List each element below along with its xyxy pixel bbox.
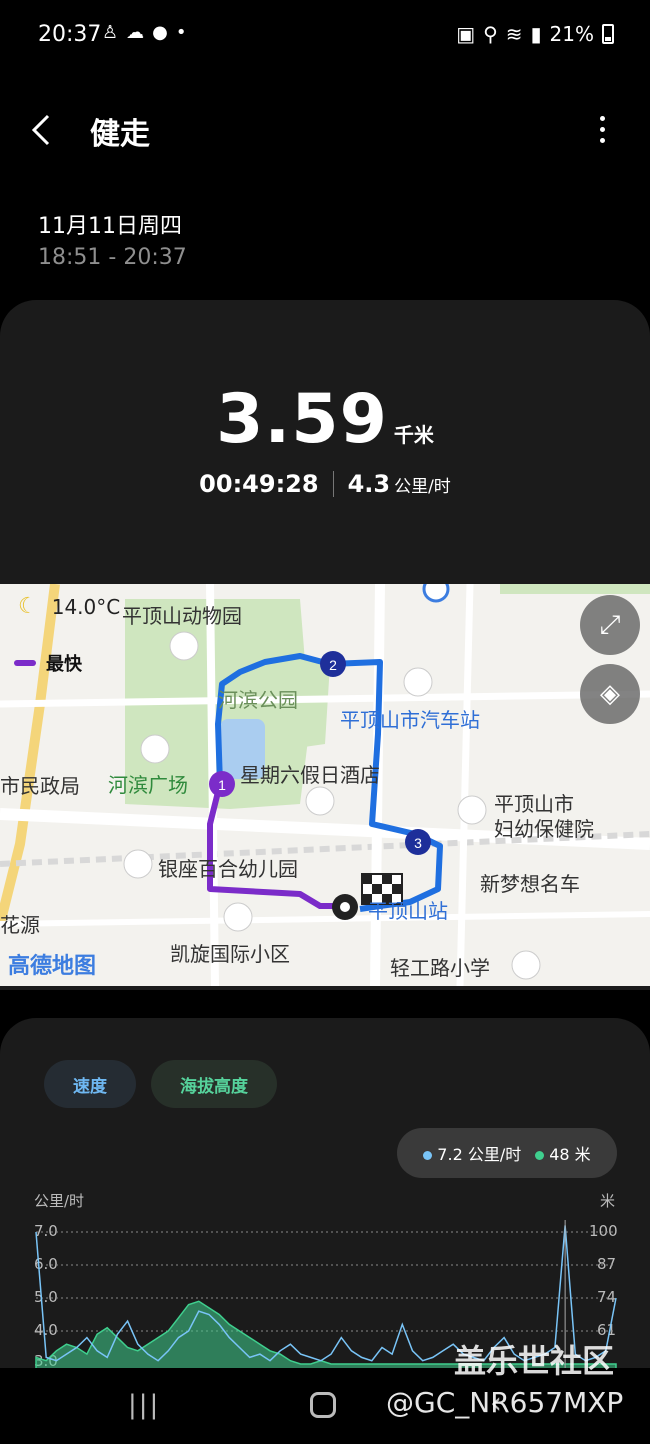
stats-row: 00:49:28 4.3 公里/时 xyxy=(0,470,650,498)
workout-date: 11月11日周四 xyxy=(38,214,182,239)
status-right-icons: ▣ ⚲ ≋ ▮ 21% xyxy=(456,22,614,46)
duration-value: 00:49:28 xyxy=(199,470,319,498)
tab-speed[interactable]: 速度 xyxy=(44,1060,136,1108)
weather-icon: ☁ xyxy=(126,22,145,43)
altitude-dot-icon xyxy=(535,1151,545,1160)
app-bar: 健走 xyxy=(0,95,650,165)
dot-icon: • xyxy=(175,22,187,43)
status-bar: 20:37 ♙ ☁ ● • ▣ ⚲ ≋ ▮ 21% xyxy=(0,0,650,72)
map-label-hospital-2: 妇幼保健院 xyxy=(494,817,594,841)
wifi-icon: ≋ xyxy=(505,22,523,46)
map-label-square: 河滨广场 xyxy=(108,773,188,797)
svg-text:3: 3 xyxy=(414,835,422,851)
map-label-bus-station: 平顶山市汽车站 xyxy=(340,708,480,732)
left-axis-unit: 公里/时 xyxy=(34,1192,85,1210)
more-dot-icon xyxy=(599,115,605,121)
tooltip-speed: 7.2 公里/时 xyxy=(437,1145,522,1164)
more-dot-icon xyxy=(599,137,605,143)
legend-fastest-label: 最快 xyxy=(46,654,82,675)
speed-unit: 公里/时 xyxy=(394,477,451,497)
map-label-kaixuan: 凯旋国际小区 xyxy=(170,942,290,966)
map-label-station: 平顶山站 xyxy=(368,899,448,923)
wechat-icon: ● xyxy=(152,22,168,43)
map-label-school: 轻工路小学 xyxy=(390,956,490,980)
recents-button[interactable]: ||| xyxy=(128,1390,160,1420)
map-label-car: 新梦想名车 xyxy=(480,872,580,896)
status-time: 20:37 xyxy=(38,22,102,47)
svg-text:2: 2 xyxy=(329,657,337,673)
battery-saver-icon: ▣ xyxy=(456,22,476,46)
svg-text:1: 1 xyxy=(218,777,226,793)
right-axis-unit: 米 xyxy=(600,1192,616,1210)
back-button[interactable] xyxy=(30,105,70,155)
distance-value: 3.59 xyxy=(216,380,388,459)
distance-unit: 千米 xyxy=(393,423,434,447)
distance-display: 3.59 千米 xyxy=(0,380,650,459)
tab-altitude[interactable]: 海拔高度 xyxy=(151,1060,277,1108)
location-icon: ⚲ xyxy=(483,22,498,46)
page-title: 健走 xyxy=(90,117,150,152)
chart-tooltip: 7.2 公里/时 48 米 xyxy=(397,1128,617,1178)
stats-divider xyxy=(332,471,334,497)
speed-dot-icon xyxy=(423,1151,433,1160)
legend-fastest: 最快 xyxy=(14,650,82,676)
layers-icon: ◈ xyxy=(600,679,620,709)
map-label-gov: 市民政局 xyxy=(0,774,80,798)
more-options-button[interactable] xyxy=(590,107,614,151)
route-map[interactable]: 1 2 3 ☾ 14.0°C 最快 平顶山动物园 河滨公园 平顶山市汽车站 河滨 xyxy=(0,584,650,986)
moon-icon: ☾ xyxy=(18,594,38,619)
map-label-hotel: 星期六假日酒店 xyxy=(240,763,380,787)
person-icon: ♙ xyxy=(102,22,119,43)
expand-icon: ⤢ xyxy=(599,609,621,640)
more-dot-icon xyxy=(599,126,605,132)
weather-info: ☾ 14.0°C xyxy=(18,594,120,619)
watermark-user: @GC_NR657MXP xyxy=(386,1386,624,1419)
map-label-huayuan: 花源 xyxy=(0,913,40,937)
home-button[interactable] xyxy=(310,1392,336,1418)
map-label-kindergarten: 银座百合幼儿园 xyxy=(158,857,298,881)
expand-map-button[interactable]: ⤢ xyxy=(580,595,640,655)
speed-value: 4.3 xyxy=(347,470,391,498)
status-left-icons: ♙ ☁ ● • xyxy=(102,22,186,43)
workout-time-range: 18:51 - 20:37 xyxy=(38,245,187,270)
tooltip-altitude: 48 米 xyxy=(549,1145,591,1164)
map-label-park: 河滨公园 xyxy=(218,688,298,712)
chevron-left-icon xyxy=(31,114,50,146)
battery-percent: 21% xyxy=(549,22,594,46)
signal-4g-icon: ▮ xyxy=(530,22,542,46)
legend-swatch xyxy=(14,660,36,666)
temperature: 14.0°C xyxy=(51,594,121,619)
watermark-community: 盖乐世社区 xyxy=(454,1342,615,1380)
battery-icon xyxy=(602,24,614,44)
amap-logo: 高德地图 xyxy=(8,954,97,979)
map-layers-button[interactable]: ◈ xyxy=(580,664,640,724)
map-label-zoo: 平顶山动物园 xyxy=(122,604,242,628)
